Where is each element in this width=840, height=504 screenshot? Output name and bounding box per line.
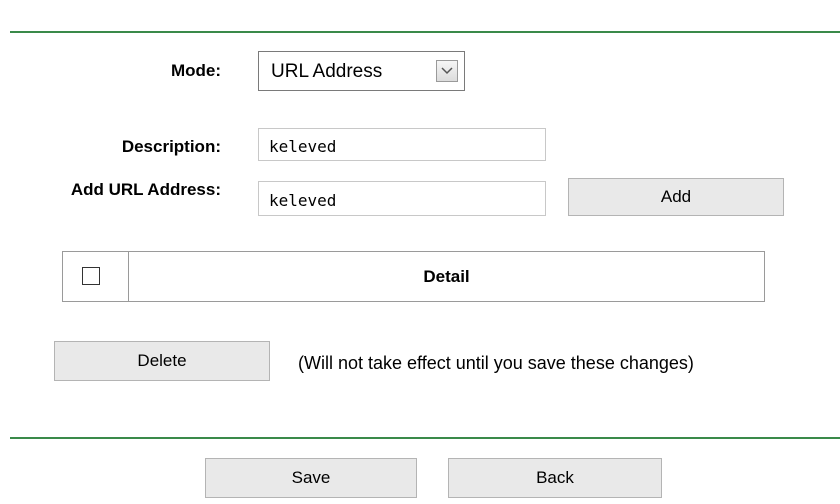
table-header-detail: Detail: [423, 266, 470, 286]
delete-note: (Will not take effect until you save the…: [298, 353, 694, 373]
mode-select[interactable]: URL Address: [258, 51, 465, 91]
bottom-divider: [10, 437, 840, 439]
url-table: Detail: [62, 251, 765, 302]
mode-label: Mode:: [170, 61, 221, 80]
table-select-all-cell: [63, 252, 129, 301]
delete-button[interactable]: Delete: [54, 341, 270, 381]
url-address-input[interactable]: [258, 181, 546, 216]
description-label: Description:: [121, 137, 221, 156]
select-all-checkbox[interactable]: [82, 267, 100, 285]
add-button[interactable]: Add: [568, 178, 784, 216]
description-input[interactable]: [258, 128, 546, 161]
add-url-label: Add URL Address:: [70, 180, 221, 199]
save-button[interactable]: Save: [205, 458, 417, 498]
mode-select-value: URL Address: [271, 61, 383, 82]
top-divider: [10, 31, 840, 33]
chevron-down-icon[interactable]: [436, 60, 458, 82]
back-button[interactable]: Back: [448, 458, 662, 498]
